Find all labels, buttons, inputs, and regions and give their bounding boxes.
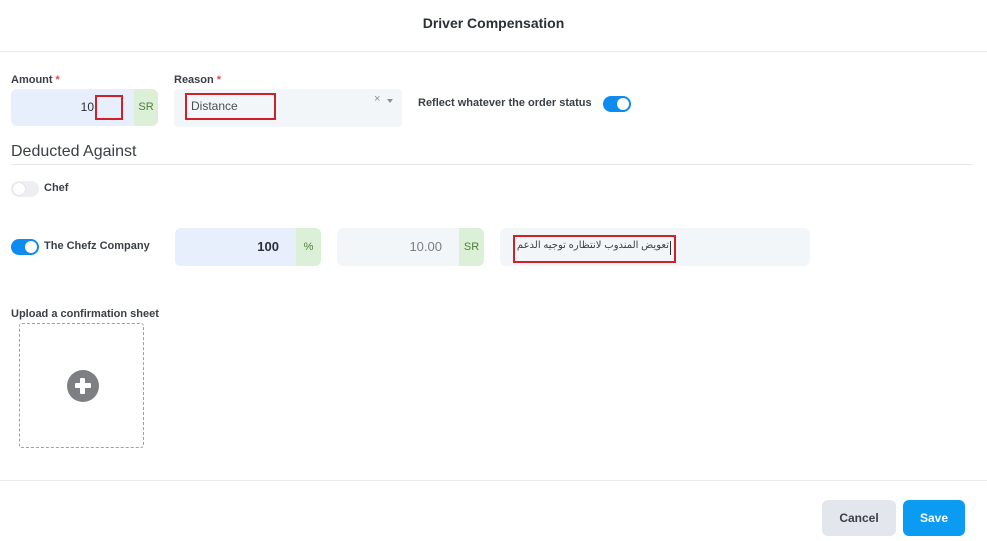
reason-select[interactable]: Distance × (174, 89, 402, 127)
reflect-label: Reflect whatever the order status (418, 97, 592, 109)
deducted-amount-value: 10.00 (409, 239, 442, 254)
amount-label: Amount * (11, 74, 60, 86)
percent-field[interactable]: 100 % (175, 228, 321, 266)
text-cursor (670, 241, 671, 255)
chef-toggle[interactable] (11, 181, 39, 197)
plus-bar-vertical (80, 378, 85, 394)
note-input[interactable]: تعويض المندوب لانتظاره توجيه الدعم (500, 228, 810, 266)
section-divider (11, 164, 973, 165)
deducted-amount-currency: SR (459, 228, 484, 266)
section-title: Deducted Against (11, 143, 137, 160)
amount-field[interactable]: 10 SR (11, 89, 158, 126)
reason-selected-value: Distance (191, 99, 238, 113)
toggle-knob (13, 183, 25, 195)
dialog-title: Driver Compensation (422, 15, 565, 31)
chef-label: Chef (44, 182, 69, 194)
dialog-header: Driver Compensation (0, 0, 987, 52)
percent-addon: % (296, 228, 321, 266)
plus-circle-icon[interactable] (67, 370, 99, 402)
clear-icon[interactable]: × (374, 93, 380, 105)
cancel-button[interactable]: Cancel (822, 500, 896, 536)
amount-currency-addon: SR (134, 89, 158, 126)
footer-divider (0, 480, 987, 481)
percent-input[interactable]: 100 (175, 228, 296, 266)
toggle-knob (25, 241, 37, 253)
upload-label: Upload a confirmation sheet (11, 308, 159, 320)
chefz-company-label: The Chefz Company (44, 240, 150, 252)
reason-label: Reason * (174, 74, 221, 86)
upload-dropzone[interactable] (19, 323, 144, 448)
reason-label-text: Reason (174, 74, 214, 86)
amount-label-text: Amount (11, 74, 53, 86)
toggle-knob (617, 98, 629, 110)
chefz-company-toggle[interactable] (11, 239, 39, 255)
required-mark: * (216, 74, 222, 86)
save-button[interactable]: Save (903, 500, 965, 536)
required-mark: * (55, 74, 60, 86)
deducted-amount-field: 10.00 SR (337, 228, 484, 266)
reflect-toggle[interactable] (603, 96, 631, 112)
note-text: تعويض المندوب لانتظاره توجيه الدعم (517, 240, 669, 251)
amount-highlight (95, 95, 123, 120)
chevron-down-icon[interactable] (387, 99, 393, 103)
